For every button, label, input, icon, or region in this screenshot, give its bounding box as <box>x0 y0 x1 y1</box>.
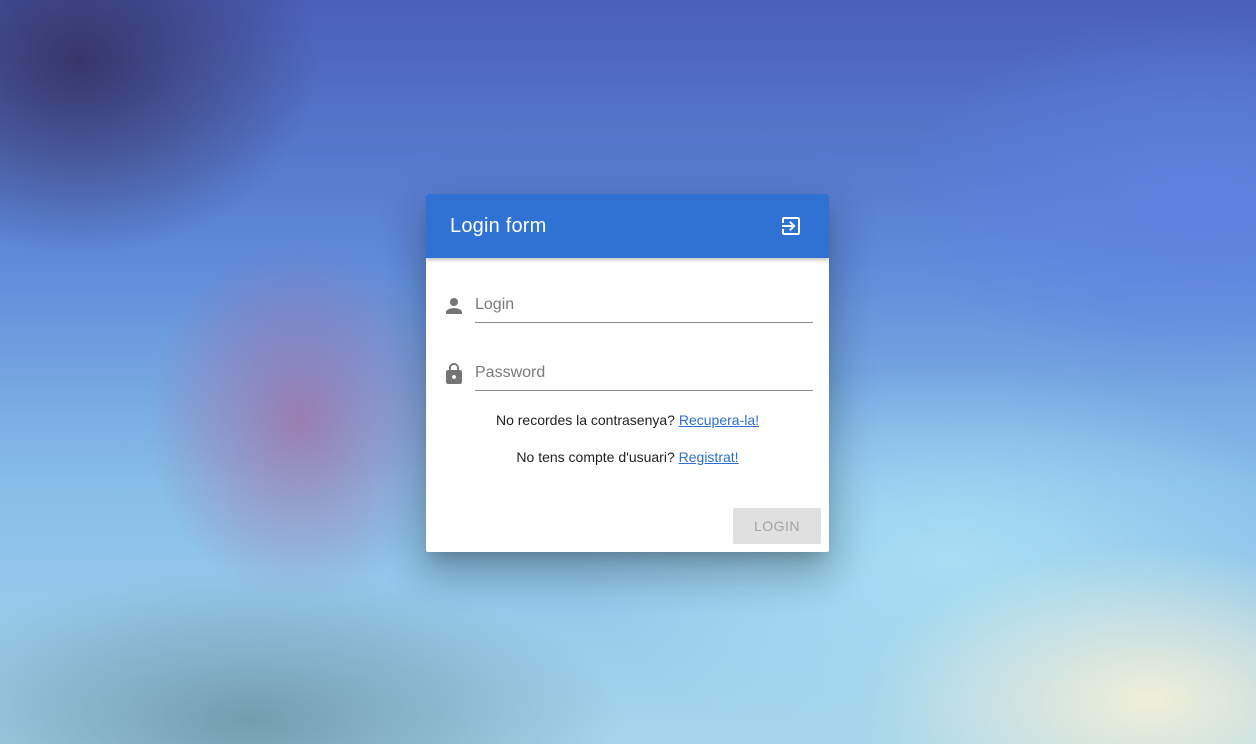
register-link[interactable]: Registrat! <box>679 449 739 465</box>
dialog-header: Login form <box>426 194 829 258</box>
lock-icon <box>442 362 466 386</box>
person-icon <box>442 294 466 318</box>
password-input[interactable] <box>475 356 813 391</box>
recover-password-line: No recordes la contrasenya? Recupera-la! <box>426 412 829 428</box>
login-field <box>442 288 813 324</box>
recover-text: No recordes la contrasenya? <box>495 412 675 428</box>
dialog-title: Login form <box>450 215 547 237</box>
register-line: No tens compte d'usuari? Registrat! <box>426 449 829 465</box>
register-text: No tens compte d'usuari? <box>516 449 675 465</box>
recover-link[interactable]: Recupera-la! <box>679 412 759 428</box>
password-field <box>442 356 813 392</box>
login-input[interactable] <box>475 288 813 323</box>
login-dialog: Login form No recordes la contrasenya? R… <box>426 194 829 552</box>
exit-to-app-icon[interactable] <box>779 214 803 238</box>
login-button[interactable]: LOGIN <box>733 508 821 544</box>
